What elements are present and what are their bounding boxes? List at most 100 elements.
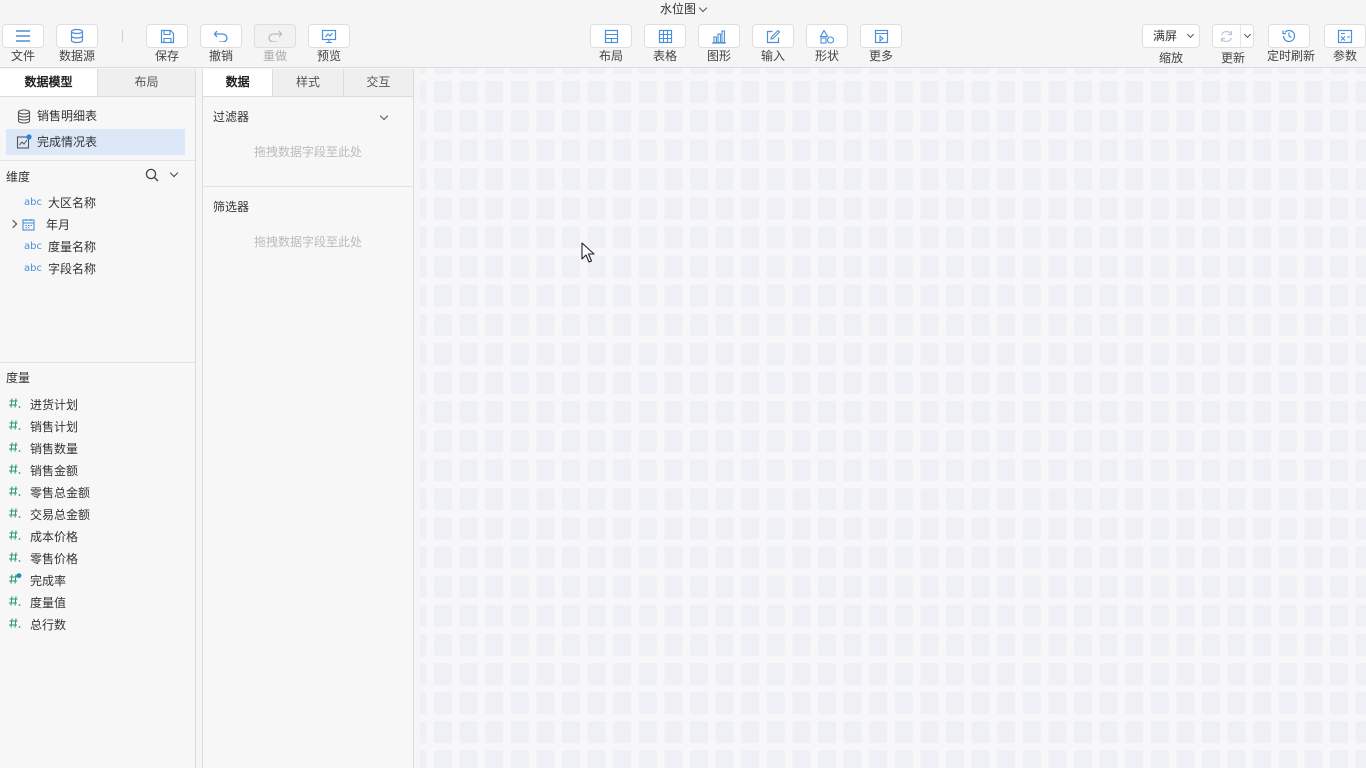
edit-icon (766, 29, 780, 43)
dimension-title: 维度 (6, 169, 31, 184)
chevron-down-icon[interactable] (169, 168, 179, 178)
dimension-list: abc 大区名称 年月 abc 度量名称 abc 字段名称 (0, 191, 195, 363)
table-icon (658, 29, 672, 43)
measure-field[interactable]: 销售金额 (0, 459, 195, 481)
clock-history-icon (1282, 29, 1296, 43)
mouse-cursor-icon (581, 242, 595, 263)
filter-title: 过滤器 (213, 110, 250, 124)
toolbar-divider (122, 30, 123, 42)
more-button[interactable]: 更多 (859, 24, 903, 63)
filter-drop-zone[interactable]: 拖拽数据字段至此处 (203, 137, 413, 167)
params-button[interactable]: 参数 (1323, 24, 1366, 63)
text-type-icon: abc (24, 240, 42, 252)
numeric-type-icon (8, 419, 30, 434)
params-icon (1337, 29, 1353, 43)
measure-list: 进货计划 销售计划 销售数量 销售金额 零售总金额 交易总金额 成本价格 零售价… (0, 393, 195, 635)
datasource-button[interactable]: 数据源 (55, 24, 99, 63)
selector-drop-zone[interactable]: 拖拽数据字段至此处 (203, 227, 413, 257)
filter-header[interactable]: 过滤器 (203, 97, 413, 137)
document-title[interactable]: 水位图 (0, 0, 1366, 18)
measure-field[interactable]: 交易总金额 (0, 503, 195, 525)
measure-header: 度量 (6, 371, 31, 385)
input-button[interactable]: 输入 (751, 24, 795, 63)
dimension-header: 维度 (0, 161, 195, 191)
dimension-field[interactable]: abc 字段名称 (0, 257, 195, 279)
zoom-select[interactable]: 满屏 (1142, 24, 1200, 48)
numeric-type-icon (8, 485, 30, 500)
numeric-type-icon (8, 529, 30, 544)
layout-icon (604, 29, 618, 43)
numeric-type-icon (8, 551, 30, 566)
measure-field[interactable]: 零售价格 (0, 547, 195, 569)
shape-icon (819, 28, 835, 44)
zoom-value: 满屏 (1153, 29, 1178, 43)
data-model-panel: 数据模型 布局 销售明细表 完成情况表 维度 abc 大区名称 年月 abc 度… (0, 69, 196, 768)
model-item-label: 完成情况表 (37, 135, 98, 149)
refresh-button[interactable] (1212, 24, 1254, 48)
database-icon (70, 28, 84, 44)
measure-field[interactable]: 销售计划 (0, 415, 195, 437)
undo-icon (213, 30, 228, 42)
tab-data-model[interactable]: 数据模型 (0, 69, 98, 96)
filter-section: 过滤器 拖拽数据字段至此处 (203, 97, 413, 187)
tab-data[interactable]: 数据 (203, 69, 274, 96)
canvas-grid (420, 69, 1366, 768)
field-label: 度量名称 (48, 239, 97, 254)
numeric-type-icon (8, 463, 30, 478)
calendar-icon (22, 218, 35, 231)
tab-style[interactable]: 样式 (273, 69, 344, 96)
scheduled-refresh-button[interactable]: 定时刷新 (1267, 24, 1315, 63)
preview-button[interactable]: 预览 (307, 24, 351, 63)
redo-button[interactable]: 重做 (253, 24, 297, 63)
measure-field[interactable]: 进货计划 (0, 393, 195, 415)
numeric-type-icon (8, 595, 30, 610)
measure-field[interactable]: 总行数 (0, 613, 195, 635)
tab-interaction[interactable]: 交互 (343, 69, 413, 96)
measure-field[interactable]: 完成率 (0, 569, 195, 591)
chevron-down-icon[interactable] (1243, 30, 1252, 39)
model-item-sales-detail[interactable]: 销售明细表 (6, 103, 185, 129)
chevron-down-icon (698, 3, 708, 13)
calculated-numeric-icon (8, 572, 30, 588)
measure-field[interactable]: 零售总金额 (0, 481, 195, 503)
selector-title: 筛选器 (213, 200, 250, 214)
shape-button[interactable]: 形状 (805, 24, 849, 63)
measure-field[interactable]: 成本价格 (0, 525, 195, 547)
zoom-label: 缩放 (1158, 51, 1183, 65)
tab-layout[interactable]: 布局 (98, 69, 195, 96)
text-type-icon: abc (24, 262, 42, 274)
save-button[interactable]: 保存 (145, 24, 189, 63)
left-tabs: 数据模型 布局 (0, 69, 195, 97)
field-label: 大区名称 (48, 195, 97, 210)
database-icon (16, 108, 32, 124)
refresh-icon (1220, 30, 1233, 42)
search-icon[interactable] (145, 168, 159, 182)
model-item-completion[interactable]: 完成情况表 (6, 129, 185, 155)
dimension-field[interactable]: abc 大区名称 (0, 191, 195, 213)
field-label: 字段名称 (48, 261, 97, 276)
chevron-right-icon[interactable] (8, 219, 18, 229)
model-item-label: 销售明细表 (37, 109, 98, 123)
chevron-down-icon (1186, 30, 1195, 39)
undo-button[interactable]: 撤销 (199, 24, 243, 63)
measure-field[interactable]: 度量值 (0, 591, 195, 613)
selector-section: 筛选器 拖拽数据字段至此处 (203, 187, 413, 257)
numeric-type-icon (8, 507, 30, 522)
field-label: 年月 (46, 217, 71, 232)
file-button[interactable]: 文件 (1, 24, 45, 63)
layout-button[interactable]: 布局 (589, 24, 633, 63)
report-canvas[interactable] (420, 69, 1366, 768)
refresh-label: 更新 (1220, 51, 1245, 65)
chevron-down-icon[interactable] (379, 111, 389, 121)
save-icon (160, 29, 174, 43)
numeric-type-icon (8, 617, 30, 632)
table-button[interactable]: 表格 (643, 24, 687, 63)
numeric-type-icon (8, 397, 30, 412)
dimension-field[interactable]: 年月 (0, 213, 195, 235)
measure-field[interactable]: 销售数量 (0, 437, 195, 459)
preview-icon (321, 29, 337, 43)
bar-chart-icon (712, 29, 726, 44)
chart-button[interactable]: 图形 (697, 24, 741, 63)
toolbar: 文件 数据源 保存 撤销 重做 预览 布局 表格 图形 输入 形状 更多 满屏 … (0, 18, 1366, 68)
dimension-field[interactable]: abc 度量名称 (0, 235, 195, 257)
